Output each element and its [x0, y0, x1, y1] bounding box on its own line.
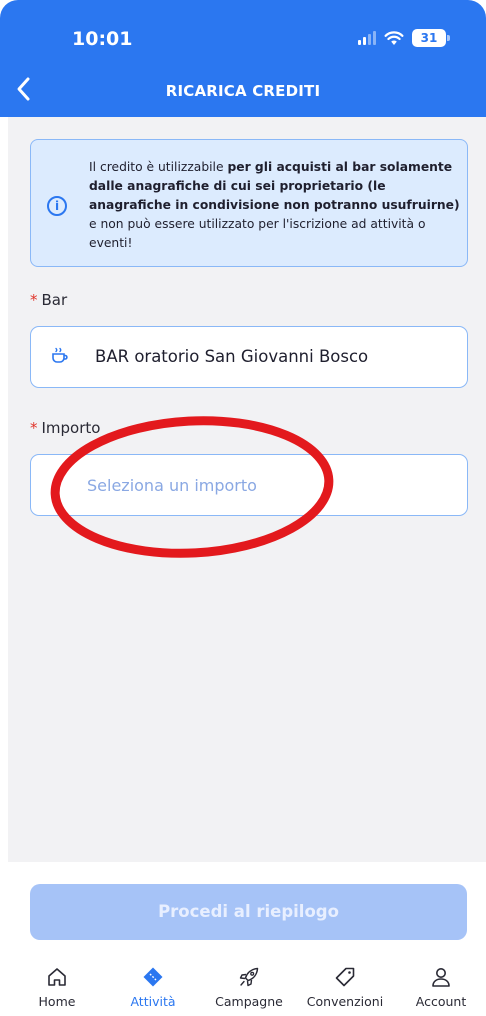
info-text-part: e non può essere utilizzato per l'iscriz…: [89, 217, 426, 250]
importo-select[interactable]: Seleziona un importo: [30, 454, 468, 516]
tab-campagne[interactable]: Campagne: [204, 966, 294, 1009]
battery-icon: 31: [412, 29, 450, 47]
tab-label: Attività: [130, 994, 176, 1009]
bar-label: * Bar: [30, 291, 67, 309]
tab-convenzioni[interactable]: Convenzioni: [300, 966, 390, 1009]
info-icon: i: [47, 196, 67, 216]
user-icon: [432, 968, 450, 987]
tab-bar: Home Attività Campagne Convenzioni Accou…: [0, 966, 486, 1016]
info-text-part: Il credito è utilizzabile: [89, 160, 228, 174]
info-text: Il credito è utilizzabile per gli acquis…: [89, 158, 461, 253]
tab-account[interactable]: Account: [396, 966, 486, 1009]
bar-select[interactable]: BAR oratorio San Giovanni Bosco: [30, 326, 468, 388]
tab-label: Account: [415, 994, 467, 1009]
rocket-icon: [239, 967, 259, 987]
header: 10:01 31 RICARICA CREDITI: [0, 0, 486, 117]
bar-select-value: BAR oratorio San Giovanni Bosco: [95, 347, 369, 366]
required-mark: *: [30, 419, 38, 437]
home-icon: [48, 968, 66, 986]
bottom-area: Procedi al riepilogo Home Attività Campa…: [0, 862, 486, 1016]
tab-label: Home: [38, 994, 76, 1009]
status-icons: 31: [358, 29, 450, 47]
importo-placeholder: Seleziona un importo: [87, 476, 257, 495]
tag-icon: [335, 967, 355, 987]
required-mark: *: [30, 291, 38, 309]
content-area: i Il credito è utilizzabile per gli acqu…: [8, 117, 486, 862]
proceed-button[interactable]: Procedi al riepilogo: [30, 884, 467, 940]
tab-attivita[interactable]: Attività: [108, 966, 198, 1009]
wifi-icon: [384, 30, 404, 45]
tab-home[interactable]: Home: [12, 966, 102, 1009]
signal-icon: [358, 31, 376, 45]
cup-icon: [52, 347, 68, 363]
ticket-icon: [143, 967, 163, 987]
bar-label-text: Bar: [41, 291, 68, 309]
tab-label: Campagne: [215, 994, 283, 1009]
importo-label-text: Importo: [41, 419, 101, 437]
tab-label: Convenzioni: [306, 994, 384, 1009]
phone-screen: 10:01 31 RICARICA CREDITI i Il credito è…: [0, 0, 486, 1016]
info-box: i Il credito è utilizzabile per gli acqu…: [30, 139, 468, 267]
page-title: RICARICA CREDITI: [165, 82, 321, 100]
status-time: 10:01: [72, 28, 133, 50]
importo-label: * Importo: [30, 419, 100, 437]
